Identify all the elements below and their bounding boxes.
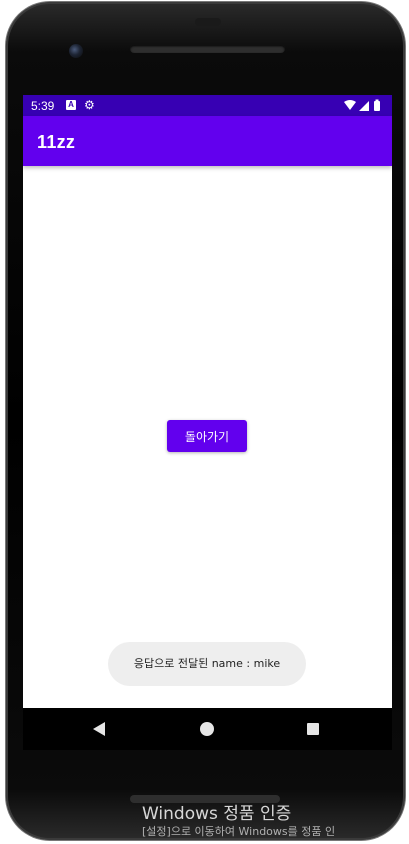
a-square-icon: A <box>66 100 76 110</box>
wifi-icon <box>344 100 356 110</box>
speaker-grille <box>130 45 285 53</box>
toast-message: 응답으로 전달된 name : mike <box>108 642 306 686</box>
status-bar: 5:39 A ⚙ <box>23 95 392 116</box>
front-camera-icon <box>69 44 83 58</box>
earpiece-slot <box>195 18 221 26</box>
emulator-stage: 5:39 A ⚙ 11zz 돌아가기 응답으로 전달된 name : mike <box>0 0 409 844</box>
device-screen: 5:39 A ⚙ 11zz 돌아가기 응답으로 전달된 name : mike <box>23 95 392 708</box>
back-icon[interactable] <box>92 721 106 737</box>
system-status-icons <box>344 99 380 111</box>
windows-activation-subtitle: [설정]으로 이동하여 Windows를 정품 인 <box>142 825 336 838</box>
app-toolbar: 11zz <box>23 116 392 166</box>
windows-activation-title: Windows 정품 인증 <box>142 804 292 824</box>
battery-icon <box>374 99 380 111</box>
signal-icon <box>359 101 369 111</box>
gear-icon: ⚙ <box>84 98 95 112</box>
back-button[interactable]: 돌아가기 <box>167 420 247 452</box>
home-icon[interactable] <box>200 722 214 736</box>
app-title: 11zz <box>37 132 76 152</box>
navigation-bar <box>23 708 392 750</box>
recents-icon[interactable] <box>307 723 319 735</box>
status-time: 5:39 <box>31 99 55 113</box>
